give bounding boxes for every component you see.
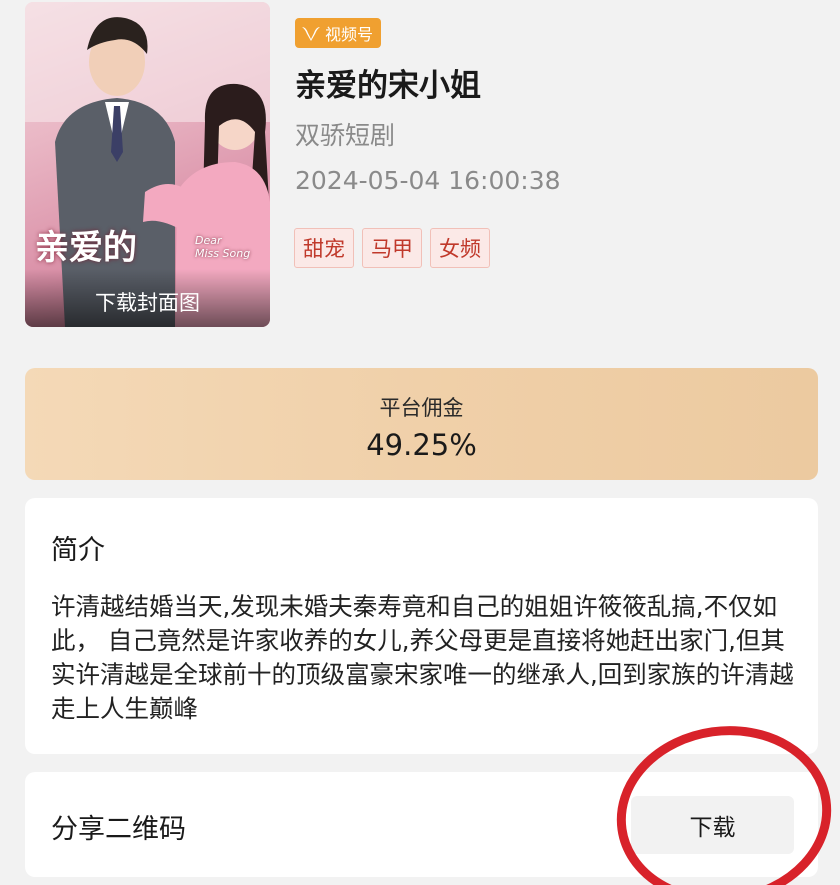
- tag-disguise: 马甲: [362, 228, 422, 268]
- drama-title: 亲爱的宋小姐: [295, 68, 481, 104]
- platform-badge: 视频号: [295, 18, 382, 48]
- intro-heading: 简介: [51, 535, 105, 566]
- intro-card: 简介 许清越结婚当天,发现未婚夫秦寿竟和自己的姐姐许筱筱乱搞,不仅如此， 自己竟…: [25, 498, 818, 754]
- download-cover-button[interactable]: 下载封面图: [25, 269, 270, 327]
- channels-logo-icon: [302, 27, 320, 41]
- drama-studio: 双骄短剧: [295, 121, 396, 150]
- cover-image[interactable]: 亲爱的 Dear Miss Song 下载封面图: [25, 2, 270, 327]
- platform-badge-label: 视频号: [325, 25, 374, 44]
- share-qr-label: 分享二维码: [51, 814, 186, 845]
- tag-female-channel: 女频: [430, 228, 490, 268]
- tag-list: 甜宠 马甲 女频: [294, 228, 490, 268]
- commission-card: 平台佣金 49.25%: [25, 368, 818, 480]
- commission-label: 平台佣金: [379, 396, 464, 420]
- cover-art-title: 亲爱的: [35, 228, 137, 268]
- drama-header: 亲爱的 Dear Miss Song 下载封面图 视频号 亲爱的宋小姐 双骄短剧…: [0, 0, 840, 345]
- drama-datetime: 2024-05-04 16:00:38: [295, 166, 561, 195]
- cover-art-subtitle: Dear Miss Song: [195, 234, 251, 260]
- commission-value: 49.25%: [366, 428, 477, 462]
- intro-text: 许清越结婚当天,发现未婚夫秦寿竟和自己的姐姐许筱筱乱搞,不仅如此， 自己竟然是许…: [51, 592, 794, 723]
- share-qr-card: 分享二维码 下载: [25, 772, 818, 877]
- download-qr-button[interactable]: 下载: [631, 796, 794, 854]
- tag-sweet: 甜宠: [294, 228, 354, 268]
